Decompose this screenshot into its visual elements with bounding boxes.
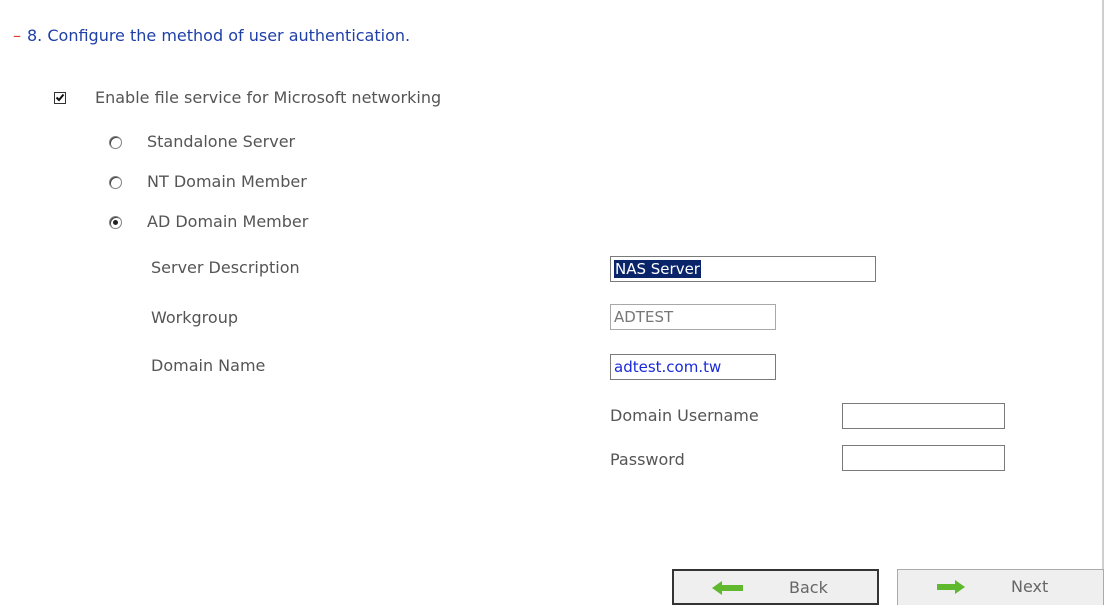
- radio-ad-domain-label: AD Domain Member: [147, 212, 309, 231]
- checkmark-icon: [55, 93, 65, 102]
- server-description-label: Server Description: [151, 258, 300, 277]
- file-service-label: Enable file service for Microsoft networ…: [95, 88, 442, 107]
- file-service-checkbox[interactable]: [54, 92, 66, 104]
- next-button-label: Next: [1011, 577, 1049, 596]
- domain-name-label: Domain Name: [151, 356, 266, 375]
- domain-name-input[interactable]: adtest.com.tw: [610, 354, 776, 380]
- radio-ad-domain-member[interactable]: [109, 216, 122, 229]
- password-label: Password: [610, 450, 685, 469]
- domain-username-input[interactable]: [842, 403, 1005, 429]
- radio-standalone-label: Standalone Server: [147, 132, 296, 151]
- workgroup-label: Workgroup: [151, 308, 238, 327]
- password-input[interactable]: [842, 445, 1005, 471]
- right-arrow-icon: [937, 580, 965, 594]
- server-description-input[interactable]: NAS Server: [610, 256, 876, 282]
- next-button[interactable]: Next: [897, 569, 1104, 605]
- radio-selected-dot: [113, 220, 118, 225]
- domain-username-label: Domain Username: [610, 406, 759, 425]
- step-title-text: 8. Configure the method of user authenti…: [27, 26, 411, 45]
- back-button-label: Back: [789, 578, 828, 597]
- radio-nt-domain-label: NT Domain Member: [147, 172, 307, 191]
- collapse-dash-icon[interactable]: –: [13, 26, 21, 45]
- step-title: –8. Configure the method of user authent…: [13, 26, 410, 45]
- workgroup-input[interactable]: ADTEST: [610, 304, 776, 330]
- back-button[interactable]: Back: [672, 569, 879, 605]
- radio-nt-domain-member[interactable]: [109, 176, 122, 189]
- radio-standalone-server[interactable]: [109, 136, 122, 149]
- server-description-value: NAS Server: [614, 260, 701, 278]
- left-arrow-icon: [712, 581, 743, 595]
